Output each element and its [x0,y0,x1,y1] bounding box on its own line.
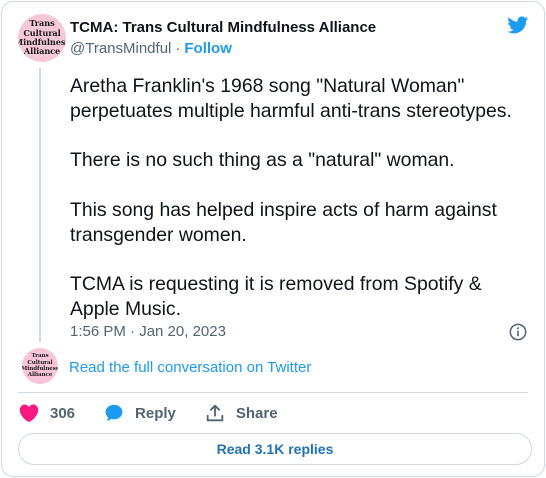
info-icon[interactable] [508,322,528,342]
author-handle-row: @TransMindful · Follow [70,40,232,57]
reply-bubble-icon [105,404,123,422]
author-avatar[interactable]: Trans Cultural Mindfulness Alliance [18,14,66,62]
author-handle[interactable]: @TransMindful [70,40,171,57]
tweet-paragraph: Aretha Franklin's 1968 song "Natural Wom… [70,75,512,122]
like-button[interactable]: 306 [18,402,75,424]
share-label: Share [235,404,278,422]
tweet-actions: 306 Reply Share [18,401,306,425]
tweet-timestamp[interactable]: 1:56 PM · Jan 20, 2023 [70,323,226,340]
share-button[interactable]: Share [204,402,278,424]
author-display-name[interactable]: TCMA: Trans Cultural Mindfulness Allianc… [70,19,376,36]
thread-line [39,68,41,342]
reply-label: Reply [135,404,176,422]
tweet-paragraph: This song has helped inspire acts of har… [70,198,497,246]
reply-button[interactable]: Reply [103,402,176,424]
like-count: 306 [50,404,76,422]
tweet-paragraph: TCMA is requesting it is removed from Sp… [70,273,482,321]
read-replies-button[interactable]: Read 3.1K replies [18,433,532,465]
tweet-text: Aretha Franklin's 1968 song "Natural Wom… [70,74,532,322]
divider [18,392,528,393]
twitter-bird-icon[interactable] [505,14,530,36]
conversation-avatar[interactable]: Trans Cultural Mindfulness Alliance [22,348,58,384]
share-icon [206,404,224,422]
follow-button[interactable]: Follow [184,40,232,57]
tweet-paragraph: There is no such thing as a "natural" wo… [70,149,455,172]
heart-icon [19,404,39,422]
avatar-text: Trans Cultural Mindfulness Alliance [22,353,58,379]
separator-dot: · [175,40,181,57]
avatar-text: Trans Cultural Mindfulness Alliance [18,18,66,57]
tweet-card: Trans Cultural Mindfulness Alliance TCMA… [1,1,545,477]
read-full-conversation-link[interactable]: Read the full conversation on Twitter [69,359,311,376]
